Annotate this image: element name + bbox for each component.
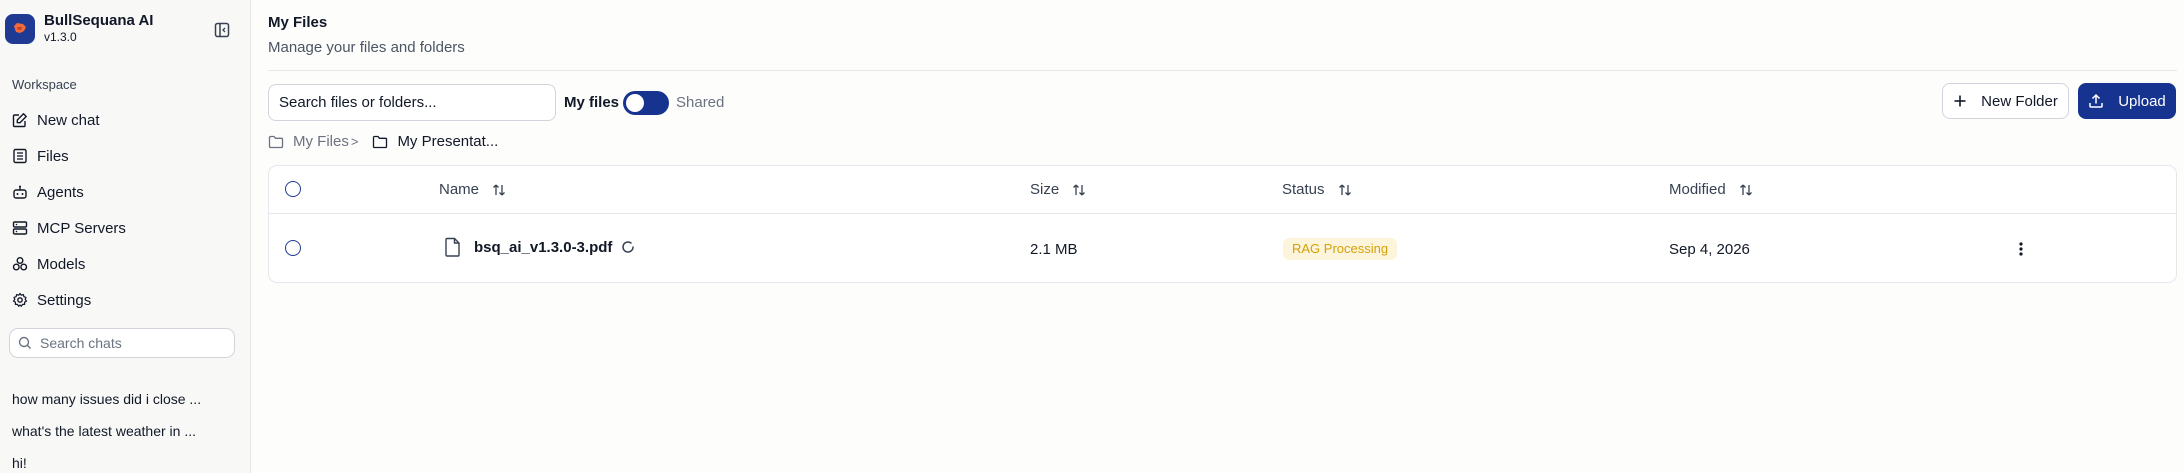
sidebar-item-models[interactable]: Models — [12, 246, 126, 282]
my-files-toggle-label: My files — [564, 94, 620, 111]
select-all-radio[interactable] — [285, 181, 301, 197]
sort-icon — [1073, 184, 1086, 195]
app-logo — [5, 14, 35, 44]
search-chats-box[interactable] — [9, 328, 235, 358]
search-chats-input[interactable] — [40, 335, 220, 351]
row-actions-button[interactable] — [2011, 238, 2031, 260]
row-select-radio[interactable] — [285, 240, 301, 256]
column-label: Modified — [1669, 181, 1726, 198]
header-divider — [268, 70, 2177, 71]
column-label: Status — [1282, 181, 1325, 198]
file-modified-date: Sep 4, 2026 — [1669, 241, 1750, 258]
sidebar-item-mcp-servers[interactable]: MCP Servers — [12, 210, 126, 246]
new-folder-button[interactable]: New Folder — [1942, 83, 2069, 119]
file-name-cell[interactable]: bsq_ai_v1.3.0-3.pdf — [444, 237, 635, 257]
breadcrumb-separator: > — [350, 134, 359, 149]
breadcrumb: My Files > My Presentat... — [268, 133, 498, 150]
sidebar-item-label: Models — [37, 255, 86, 273]
sidebar-item-agents[interactable]: Agents — [12, 174, 126, 210]
file-list-icon — [13, 148, 27, 164]
table-row[interactable]: bsq_ai_v1.3.0-3.pdf 2.1 MB RAG Processin… — [269, 215, 2176, 284]
file-size: 2.1 MB — [1030, 241, 1078, 258]
chat-history-item[interactable]: what's the latest weather in ... — [12, 419, 201, 451]
files-scope-toggle[interactable] — [623, 91, 669, 115]
panel-left-icon — [214, 22, 230, 38]
chat-history-item[interactable]: how many issues did i close ... — [12, 387, 201, 419]
folder-icon — [373, 135, 388, 148]
sidebar-item-label: New chat — [37, 111, 100, 129]
brand-text: BullSequana AI v1.3.0 — [44, 13, 153, 45]
main-content: My Files Manage your files and folders M… — [252, 0, 2184, 473]
loading-spinner-icon — [622, 241, 635, 253]
folder-icon — [268, 135, 284, 148]
sidebar-item-label: Agents — [37, 183, 84, 201]
column-label: Size — [1030, 181, 1060, 198]
search-files-input[interactable] — [268, 84, 556, 121]
sidebar-toggle-button[interactable] — [213, 21, 231, 39]
bot-icon — [13, 185, 27, 199]
toggle-knob — [626, 94, 644, 112]
page-subtitle: Manage your files and folders — [268, 39, 465, 56]
more-vertical-icon — [2019, 242, 2023, 256]
bull-logo-icon — [14, 23, 26, 33]
server-icon — [12, 221, 28, 235]
table-header: Name Size Status Modified — [269, 166, 2176, 214]
chat-history-item[interactable]: hi! — [12, 451, 201, 473]
column-header-name[interactable]: Name — [439, 181, 507, 198]
file-name: bsq_ai_v1.3.0-3.pdf — [474, 238, 613, 256]
page-title: My Files — [268, 14, 328, 31]
column-header-size[interactable]: Size — [1030, 181, 1087, 198]
chat-history: how many issues did i close ... what's t… — [12, 387, 201, 473]
column-label: Name — [439, 181, 480, 198]
boxes-icon — [12, 257, 28, 271]
sidebar: BullSequana AI v1.3.0 Workspace New chat — [0, 0, 251, 473]
sidebar-item-label: Files — [37, 147, 69, 165]
sidebar-item-label: Settings — [37, 291, 92, 309]
workspace-label: Workspace — [12, 77, 77, 92]
search-icon — [18, 336, 31, 349]
sidebar-nav: New chat Files Agents MCP Servers Models… — [12, 102, 126, 318]
shared-toggle-label: Shared — [676, 94, 725, 111]
sidebar-item-label: MCP Servers — [37, 219, 126, 237]
sort-icon — [493, 184, 505, 195]
sidebar-item-settings[interactable]: Settings — [12, 282, 126, 318]
app-version: v1.3.0 — [44, 30, 77, 44]
files-table: Name Size Status Modified bsq_ai_v1.3.0-… — [268, 165, 2177, 283]
column-header-status[interactable]: Status — [1282, 181, 1353, 198]
breadcrumb-label: My Files — [293, 133, 349, 150]
sort-icon — [1338, 184, 1351, 195]
sidebar-item-new-chat[interactable]: New chat — [12, 102, 126, 138]
file-icon — [445, 237, 460, 257]
sort-icon — [1739, 184, 1752, 195]
breadcrumb-item-my-files[interactable]: My Files — [268, 133, 349, 150]
gear-icon — [12, 292, 28, 307]
upload-button[interactable]: Upload — [2078, 83, 2176, 119]
sidebar-item-files[interactable]: Files — [12, 138, 126, 174]
breadcrumb-label: My Presentat... — [397, 133, 499, 150]
upload-icon — [2089, 93, 2103, 108]
upload-label: Upload — [2118, 92, 2166, 110]
edit-icon — [12, 113, 27, 128]
plus-icon — [1954, 95, 1966, 107]
status-badge: RAG Processing — [1283, 238, 1398, 260]
new-folder-label: New Folder — [1981, 92, 2058, 110]
app-name: BullSequana AI — [44, 12, 154, 29]
breadcrumb-item-current[interactable]: My Presentat... — [372, 133, 498, 150]
column-header-modified[interactable]: Modified — [1669, 181, 1754, 198]
brand[interactable]: BullSequana AI v1.3.0 — [5, 13, 153, 45]
